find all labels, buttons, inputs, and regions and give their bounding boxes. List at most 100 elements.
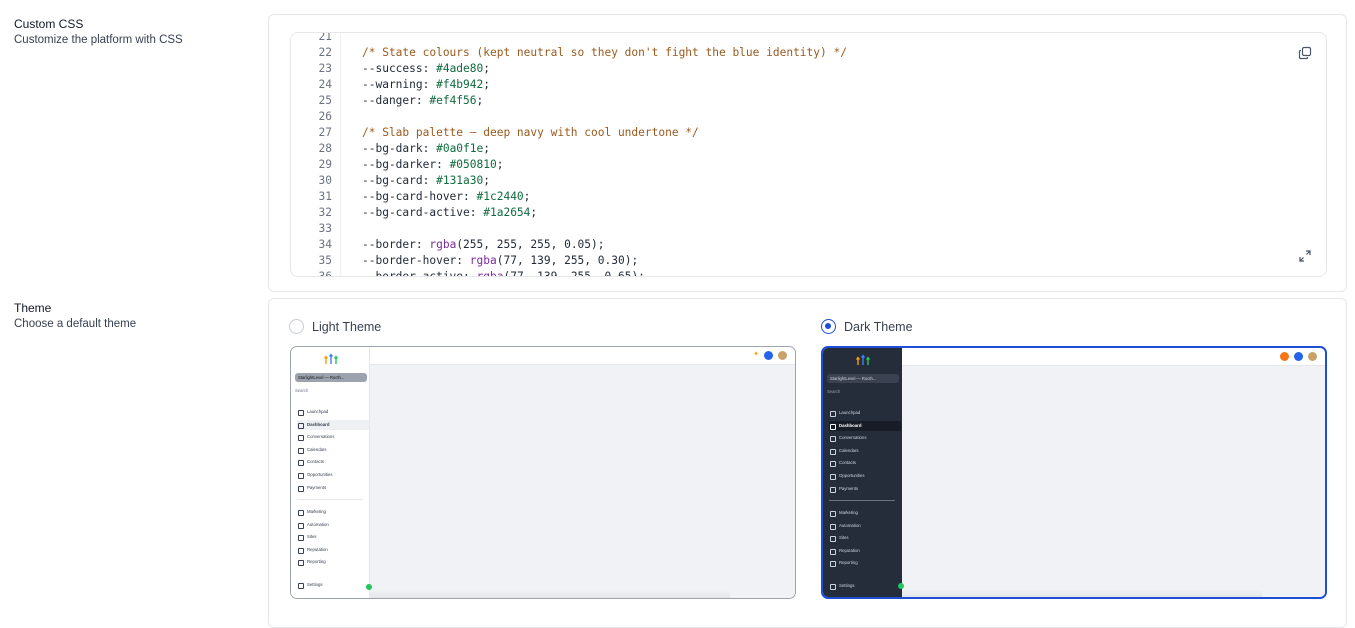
avatar [1308,352,1317,361]
code-token: #f4b942 [436,78,484,91]
preview-menu-item: Reporting [829,558,901,568]
code-token: --danger: [362,94,430,107]
code-token: (255, 255, 255, 0.05); [456,238,605,251]
line-number: 32 [318,206,332,219]
custom-css-title: Custom CSS [14,17,84,31]
preview-menu-item: Settings [829,581,901,591]
line-number: 23 [318,62,332,75]
preview-menu-item: Automation [297,520,369,530]
notification-icon [1280,352,1289,361]
preview-menu-item: Reporting [297,557,369,567]
line-number: 26 [318,110,332,123]
preview-menu-item: Marketing [829,508,901,518]
preview-account-switcher: StarlightLevel — Rocth... [827,374,899,383]
preview-topbar: ✦ [370,347,795,365]
dark-theme-option[interactable]: Dark Theme [821,319,913,334]
preview-menu-item: Conversations [829,433,901,443]
theme-label-group: Theme Choose a default theme [14,300,136,333]
preview-menu-item: Contacts [297,457,369,467]
dark-theme-preview[interactable]: StarlightLevel — Rocth... Search Launchp… [821,346,1327,599]
preview-main-area [370,365,795,598]
dark-theme-radio[interactable] [821,319,836,334]
preview-menu-item: Sites [829,533,901,543]
line-number: 31 [318,190,332,203]
preview-menu-item: Contacts [829,458,901,468]
expand-icon[interactable] [1298,249,1312,263]
preview-menu-item: Dashboard [829,420,901,431]
code-token: #ef4f56 [429,94,477,107]
preview-menu-item: Settings [297,580,369,590]
code-token: --warning: [362,78,437,91]
code-token: /* State colours (kept neutral so they d… [362,46,847,59]
code-line: --bg-card: #131a30; [362,173,1266,189]
help-icon [1294,352,1303,361]
code-token: rgba [429,238,457,251]
code-token: #1a2654 [483,206,531,219]
avatar [778,351,787,360]
preview-menu-item: Sites [297,532,369,542]
preview-menu-item: Calendars [829,446,901,456]
code-token: ; [530,206,538,219]
code-line: /* State colours (kept neutral so they d… [362,45,1266,61]
preview-main-area [902,366,1325,597]
theme-card: Light Theme Dark Theme StarlightLevel — … [268,298,1347,628]
code-line: --bg-card-hover: #1c2440; [362,189,1266,205]
custom-css-card: 21 22 23 24 25 26 27 28 29 30 31 32 33 34 35 36 /* Stat… [268,14,1347,292]
preview-shadow [370,590,730,598]
copy-icon[interactable] [1298,46,1312,60]
status-indicator [366,584,372,590]
code-line: --danger: #ef4f56; [362,93,1266,109]
code-token: ; [476,94,484,107]
code-token: #0a0f1e [436,142,484,155]
light-theme-label: Light Theme [312,319,382,334]
line-number: 25 [318,94,332,107]
code-token: #1c2440 [476,190,524,203]
preview-menu-item: Marketing [297,507,369,517]
preview-topbar [902,348,1325,366]
light-theme-preview[interactable]: StarlightLevel — Rocth... Search Launchp… [290,346,796,599]
preview-menu-item: Calendars [297,445,369,455]
custom-css-description: Customize the platform with CSS [14,34,183,46]
code-line: --bg-darker: #050810; [362,157,1266,173]
css-code-editor[interactable]: 21 22 23 24 25 26 27 28 29 30 31 32 33 34 35 36 /* Stat… [290,32,1327,277]
code-line: --warning: #f4b942; [362,77,1266,93]
preview-menu-item: Reputation [297,545,369,555]
code-token: ; [496,158,504,171]
logo-icon [323,353,339,364]
line-number: 30 [318,174,332,187]
preview-account-switcher: StarlightLevel — Rocth... [295,373,367,382]
code-token: rgba [476,270,504,277]
preview-menu-item: Launchpad [297,407,369,417]
dark-theme-label: Dark Theme [844,319,913,334]
line-number: 29 [318,158,332,171]
custom-css-section: Custom CSS Customize the platform with C… [0,0,1355,296]
preview-divider [297,499,363,500]
code-token: ; [483,62,490,75]
light-theme-option[interactable]: Light Theme [289,319,381,334]
code-line: --border: rgba(255, 255, 255, 0.05); [362,237,1266,253]
sparkle-icon: ✦ [753,351,759,358]
code-token: --success: [362,62,437,75]
line-number-gutter: 21 22 23 24 25 26 27 28 29 30 31 32 33 34 35 36 [291,33,341,276]
status-indicator [898,583,904,589]
theme-title: Theme [14,301,52,315]
line-number: 22 [318,46,332,59]
line-number: 24 [318,78,332,91]
code-token: rgba [469,254,497,267]
light-theme-radio[interactable] [289,319,304,334]
custom-css-label-group: Custom CSS Customize the platform with C… [14,16,183,49]
code-line: /* Slab palette — deep navy with cool un… [362,125,1266,141]
code-token: ; [483,174,490,187]
code-token: --bg-card: [362,174,437,187]
code-token: (77, 139, 255, 0.30); [496,254,639,267]
line-number: 21 [318,32,332,43]
code-line: --success: #4ade80; [362,61,1266,77]
code-token: --bg-card-hover: [362,190,477,203]
code-token: #050810 [449,158,497,171]
preview-menu-item: Reputation [829,546,901,556]
code-token: --border: [362,238,430,251]
preview-menu-item: Opportunities [297,470,369,480]
preview-search: Search [827,389,841,394]
